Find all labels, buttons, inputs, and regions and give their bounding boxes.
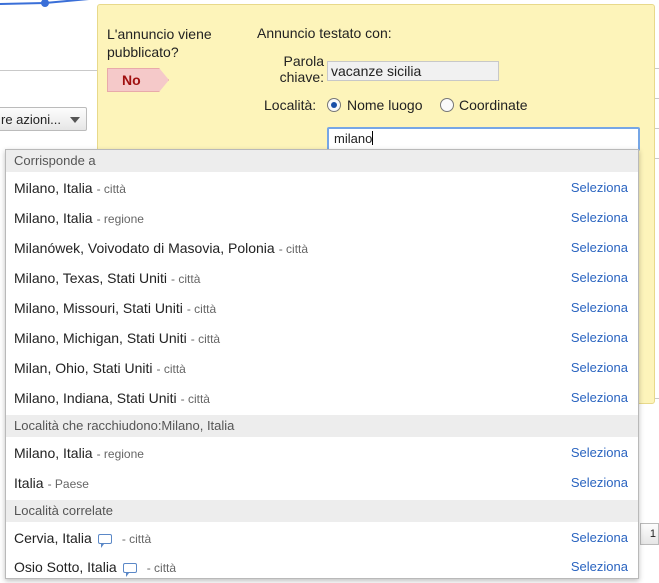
section-header-containing: Località che racchiudono:Milano, Italia: [6, 415, 638, 437]
suggestion-name: Milano, Texas, Stati Uniti: [14, 270, 168, 286]
tested-with-heading: Annuncio testato con:: [257, 25, 392, 41]
radio-place-name-label[interactable]: Nome luogo: [347, 97, 423, 113]
comment-icon[interactable]: [122, 563, 137, 577]
suggestion-type: - regione: [96, 447, 144, 461]
chart-line: [0, 0, 90, 7]
suggestion-type: - città: [190, 332, 221, 346]
select-link[interactable]: Seleziona: [571, 523, 628, 553]
select-link[interactable]: Seleziona: [571, 468, 628, 498]
suggestion-row[interactable]: Milan, Ohio, Stati Uniti - città Selezion…: [6, 353, 638, 383]
suggestion-row[interactable]: Milano, Italia - città Seleziona: [6, 173, 638, 203]
suggestion-name: Cervia, Italia: [14, 530, 92, 546]
suggestion-type: - città: [96, 182, 126, 196]
suggestion-name: Milano, Indiana, Stati Uniti: [14, 390, 177, 406]
background-control[interactable]: 1: [640, 523, 659, 545]
suggestion-row[interactable]: Milano, Italia - regione Seleziona: [6, 203, 638, 233]
suggestion-row[interactable]: Milanówek, Voivodato di Masovia, Polonia…: [6, 233, 638, 263]
suggestion-row[interactable]: Milano, Indiana, Stati Uniti - città Sele…: [6, 383, 638, 413]
comment-icon[interactable]: [97, 534, 112, 548]
chevron-down-icon: [70, 117, 80, 123]
radio-place-name[interactable]: [327, 98, 341, 112]
suggestion-type: - Paese: [47, 477, 89, 491]
suggestion-type: - città: [278, 242, 309, 256]
suggestion-type: - città: [156, 362, 186, 376]
select-link[interactable]: Seleziona: [571, 552, 628, 582]
suggestion-row[interactable]: Milano, Missouri, Stati Uniti - città Sel…: [6, 293, 638, 323]
published-question: L'annuncio viene pubblicato?: [107, 26, 212, 60]
select-link[interactable]: Seleziona: [571, 383, 628, 413]
suggestion-type: - città: [171, 272, 201, 286]
section-header-matches: Corrisponde a: [6, 150, 638, 172]
suggestion-name: Milano, Italia: [14, 180, 93, 196]
select-link[interactable]: Seleziona: [571, 323, 628, 353]
suggestion-name: Milano, Missouri, Stati Uniti: [14, 300, 183, 316]
suggestion-name: Italia: [14, 475, 44, 491]
location-search-input[interactable]: milano: [327, 127, 640, 151]
keyword-label: Parola chiave:: [279, 53, 324, 85]
radio-coordinates[interactable]: [440, 98, 454, 112]
suggestion-name: Milano, Italia: [14, 210, 93, 226]
location-search-value: milano: [334, 131, 373, 146]
select-link[interactable]: Seleziona: [571, 353, 628, 383]
published-status-badge: No: [107, 68, 169, 92]
select-link[interactable]: Seleziona: [571, 233, 628, 263]
location-suggestions-dropdown: Corrisponde a Milano, Italia - città Sele…: [5, 149, 639, 579]
suggestion-type: - città: [180, 392, 210, 406]
suggestion-name: Milano, Michigan, Stati Uniti: [14, 330, 187, 346]
suggestion-type: - città: [186, 302, 217, 316]
suggestion-type: - regione: [96, 212, 144, 226]
suggestion-row[interactable]: Milano, Italia - regione Seleziona: [6, 438, 638, 468]
select-link[interactable]: Seleziona: [571, 173, 628, 203]
keyword-field: vacanze sicilia: [327, 61, 499, 81]
suggestion-row[interactable]: Milano, Texas, Stati Uniti - città Selezi…: [6, 263, 638, 293]
select-link[interactable]: Seleziona: [571, 293, 628, 323]
select-link[interactable]: Seleziona: [571, 263, 628, 293]
text-cursor: [372, 131, 374, 145]
select-link[interactable]: Seleziona: [571, 203, 628, 233]
suggestion-row[interactable]: Italia - Paese Seleziona: [6, 468, 638, 498]
chart-point: [41, 0, 49, 7]
radio-coordinates-label[interactable]: Coordinate: [459, 97, 528, 113]
location-label: Località:: [264, 97, 317, 113]
suggestion-type: - città: [121, 532, 152, 546]
more-actions-label: re azioni...: [1, 112, 61, 127]
select-link[interactable]: Seleziona: [571, 438, 628, 468]
suggestion-name: Milano, Italia: [14, 445, 93, 461]
section-header-related: Località correlate: [6, 500, 638, 522]
suggestion-name: Osio Sotto, Italia: [14, 559, 117, 575]
suggestion-row[interactable]: Osio Sotto, Italia - città Seleziona: [6, 552, 638, 582]
suggestion-type: - città: [146, 561, 177, 575]
more-actions-dropdown[interactable]: re azioni...: [0, 107, 87, 131]
suggestion-row[interactable]: Milano, Michigan, Stati Uniti - città Sel…: [6, 323, 638, 353]
suggestion-name: Milanówek, Voivodato di Masovia, Polonia: [14, 240, 275, 256]
suggestion-name: Milan, Ohio, Stati Uniti: [14, 360, 153, 376]
suggestion-row[interactable]: Cervia, Italia - città Seleziona: [6, 523, 638, 553]
background-chart: [0, 0, 100, 71]
